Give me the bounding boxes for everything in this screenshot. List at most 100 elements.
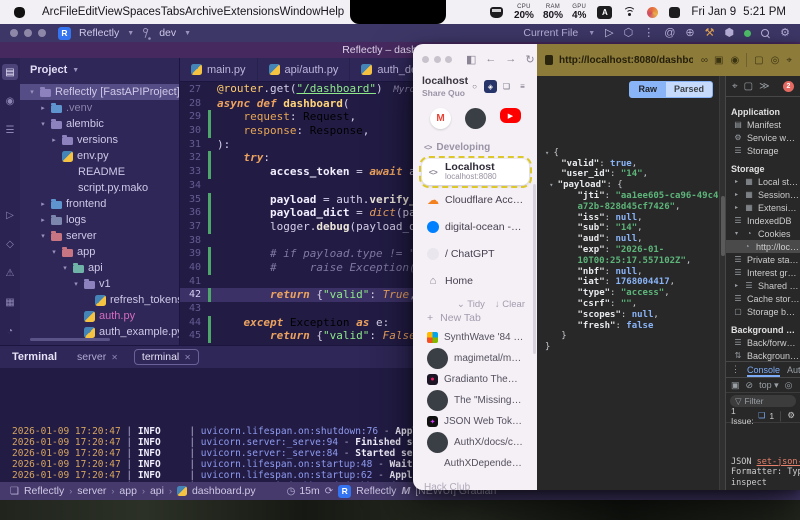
line-number[interactable]: 33	[180, 165, 208, 179]
project-tool-icon[interactable]: ▤	[2, 64, 18, 80]
folder-section-label[interactable]: Developing	[436, 142, 490, 153]
tidy-button[interactable]: ⌄ Tidy	[457, 299, 485, 310]
project-selector[interactable]: Reflectly	[79, 27, 119, 39]
system-stat[interactable]: RAM80%	[543, 4, 563, 21]
chat-icon[interactable]: ❏	[500, 80, 513, 93]
devtools-tree-row[interactable]: ▸ ☰ Shared stor…	[726, 279, 800, 292]
devtools-tree-row[interactable]: Storage	[726, 162, 800, 175]
plugins-icon[interactable]: ⬢	[725, 28, 735, 39]
tree-row[interactable]: ▾ app	[20, 244, 179, 260]
line-number[interactable]: 28	[180, 97, 208, 111]
note-icon[interactable]: ≡	[516, 80, 529, 93]
error-badge[interactable]: 2	[783, 81, 794, 92]
menu-item[interactable]: Archive	[185, 6, 223, 18]
devtools-tree-row[interactable]: ☰ IndexedDB	[726, 214, 800, 227]
devtools-tree-row[interactable]: ▸ ▦ Session stor…	[726, 188, 800, 201]
debug-button[interactable]: ⬡	[624, 28, 634, 39]
menu-item[interactable]: Spaces	[122, 6, 160, 18]
terminal-tool-icon[interactable]: ▦	[2, 294, 18, 310]
project-badge-widget[interactable]: R Reflectly	[338, 485, 396, 498]
menu-item[interactable]: View	[98, 6, 123, 18]
devtools-tree-row[interactable]: ▸ ▦ Extension st…	[726, 201, 800, 214]
tree-arrow-icon[interactable]: ▾	[28, 88, 36, 96]
tree-arrow-icon[interactable]: ▸	[50, 136, 58, 144]
address-bar[interactable]: http://localhost:8080/dashboard ∞ ▣ ◉ ▢ …	[537, 44, 800, 76]
clear-button[interactable]: ↓ Clear	[495, 299, 525, 310]
devtools-tree-row[interactable]: ☰ Back/forwar…	[726, 336, 800, 349]
youtube-icon[interactable]: ▶	[500, 108, 521, 123]
line-number[interactable]: 43	[180, 302, 208, 316]
menu-item[interactable]: Window	[280, 6, 321, 18]
sidebar-tab-item[interactable]: ✦ JSON Web Tokens -…	[422, 411, 529, 432]
devtools-tree-row[interactable]: ☰ Private state…	[726, 253, 800, 266]
sidebar-tab-item[interactable]: AuthXDependency -…	[422, 453, 529, 474]
line-number[interactable]: 39	[180, 247, 208, 261]
console-output[interactable]: JSON set-json-cFormatter: Type "inspect	[726, 423, 800, 490]
line-number[interactable]: 31	[180, 138, 208, 152]
more-icon[interactable]: ⋮	[731, 364, 740, 375]
editor-tab[interactable]: api/auth.py	[258, 58, 351, 81]
tree-arrow-icon[interactable]: ▾	[39, 120, 47, 128]
gmail-icon[interactable]: M	[430, 108, 451, 129]
capture-icon[interactable]: ○	[468, 80, 481, 93]
wifi-icon[interactable]	[623, 7, 636, 17]
stats-app-icon[interactable]	[647, 7, 658, 18]
tree-arrow-icon[interactable]: ▸	[39, 200, 47, 208]
clear-console-icon[interactable]: ⊘	[746, 380, 754, 391]
sidebar-tab-item[interactable]: ● Gradianto Theme for…	[422, 369, 529, 390]
extensions-icon[interactable]: ◎	[771, 55, 780, 66]
window-traffic-lights[interactable]	[422, 56, 452, 63]
json-page[interactable]: Raw Parsed ▾ { "valid": true, "user_id":…	[537, 76, 719, 490]
system-stat[interactable]: GPU4%	[572, 4, 586, 21]
menu-item[interactable]: Extensions	[223, 6, 279, 18]
refresh-icon[interactable]: ↻	[525, 53, 534, 66]
run-config-selector[interactable]: Current File	[523, 27, 578, 39]
tree-arrow-icon[interactable]: ▸	[733, 178, 740, 185]
menu-item[interactable]: Arc	[42, 6, 59, 18]
tools-icon[interactable]: ⚒	[705, 28, 715, 39]
tree-row[interactable]: README	[20, 164, 179, 180]
tree-row[interactable]: ▾ Reflectly [FastAPIProject] ~/Doc	[20, 84, 179, 100]
tree-arrow-icon[interactable]: ▾	[39, 232, 47, 240]
sidebar-tab-item[interactable]: AuthX/docs/configur…	[422, 432, 529, 453]
line-number[interactable]: 42	[180, 288, 208, 302]
devtools-tree-row[interactable]: Background servi…	[726, 323, 800, 336]
line-number[interactable]: 30	[180, 124, 208, 138]
boost-icon[interactable]: ◈	[484, 80, 497, 93]
more-panels-icon[interactable]: ≫	[759, 81, 769, 92]
system-stat[interactable]: CPU20%	[514, 4, 534, 21]
console-settings-icon[interactable]: ⚙	[787, 410, 795, 421]
tree-row[interactable]: ▾ api	[20, 260, 179, 276]
code-with-me-icon[interactable]: ⊕	[685, 28, 694, 39]
line-number[interactable]: 37	[180, 220, 208, 234]
tree-row[interactable]: ▾ server	[20, 228, 179, 244]
line-number[interactable]: 38	[180, 234, 208, 248]
tree-arrow-icon[interactable]: ▾	[733, 230, 740, 237]
sidebar-scrollbar[interactable]	[533, 184, 536, 354]
line-number[interactable]: 29	[180, 110, 208, 124]
docker-icon[interactable]	[490, 7, 503, 18]
sidebar-url-block[interactable]: localhost Share Quo ○ ◈ ❏ ≡	[422, 75, 529, 98]
sidebar-toggle-icon[interactable]: ◧	[466, 53, 476, 66]
media-icon[interactable]: ▣	[714, 55, 723, 66]
line-number[interactable]: 35	[180, 193, 208, 207]
tree-row[interactable]: ▸ frontend	[20, 196, 179, 212]
menu-item[interactable]: File	[59, 6, 78, 18]
devtools-tree-row[interactable]: Application	[726, 105, 800, 118]
branch-selector[interactable]: dev	[159, 27, 176, 39]
editor-tab[interactable]: main.py	[180, 58, 258, 81]
devtools-tree-row[interactable]: ☰ Storage	[726, 144, 800, 157]
terminal-tab[interactable]: terminal ✕	[134, 349, 199, 365]
run-tool-icon[interactable]: ▷	[2, 207, 18, 223]
menu-item[interactable]: Tabs	[161, 6, 185, 18]
session-time-widget[interactable]: ◷15m	[287, 485, 320, 497]
tree-arrow-icon[interactable]: ▾	[61, 264, 69, 272]
close-icon[interactable]: ✕	[184, 353, 191, 362]
breadcrumb-item[interactable]: server	[77, 485, 106, 497]
devtools-tree-row[interactable]: ▸ ▦ Local storage	[726, 175, 800, 188]
space-label[interactable]: Hack Club	[424, 482, 527, 490]
tree-row[interactable]: ▸ versions	[20, 132, 179, 148]
record-dot-icon[interactable]	[744, 30, 751, 37]
tree-row[interactable]: env.py	[20, 148, 179, 164]
context-selector[interactable]: top ▾	[759, 380, 779, 391]
